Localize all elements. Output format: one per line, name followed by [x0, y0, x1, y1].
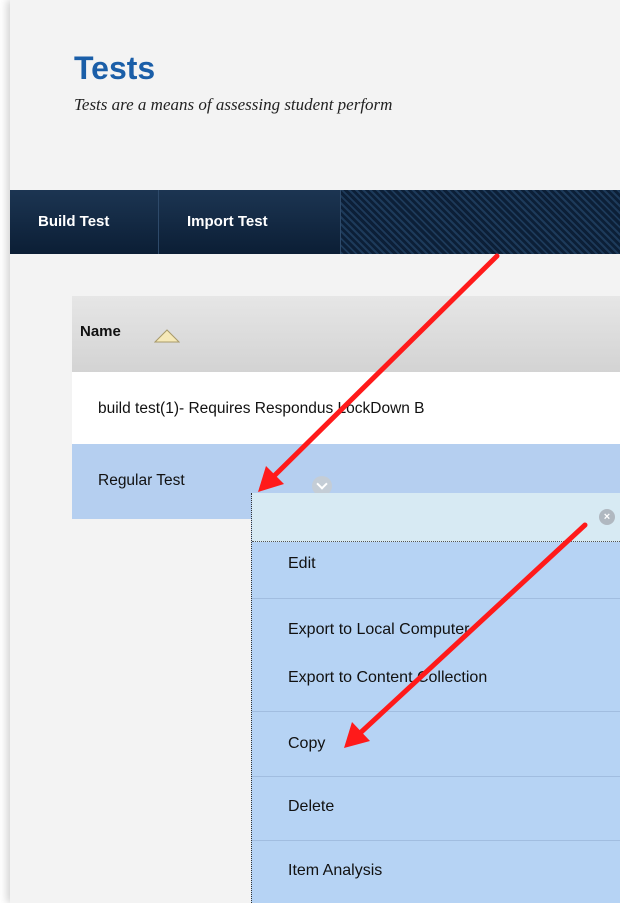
table-header: Name: [72, 296, 620, 372]
menu-item-delete[interactable]: Delete: [288, 798, 334, 816]
table-row[interactable]: build test(1)- Requires Respondus LockDo…: [72, 372, 620, 444]
build-test-button[interactable]: Build Test: [24, 190, 123, 254]
tests-table: Name build test(1)- Requires Respondus L…: [72, 296, 620, 519]
menu-divider: [252, 711, 620, 712]
menu-item-copy[interactable]: Copy: [288, 735, 325, 753]
close-icon[interactable]: ×: [599, 509, 615, 525]
menu-divider: [252, 598, 620, 599]
content-panel: Tests Tests are a means of assessing stu…: [10, 0, 620, 903]
action-bar-stripes: [341, 190, 620, 254]
menu-item-export-local[interactable]: Export to Local Computer: [288, 621, 469, 639]
test-name[interactable]: build test(1)- Requires Respondus LockDo…: [98, 400, 425, 418]
column-header-name[interactable]: Name: [80, 323, 121, 340]
menu-divider: [252, 840, 620, 841]
menu-divider: [252, 776, 620, 777]
menu-item-edit[interactable]: Edit: [288, 555, 316, 573]
page-title: Tests: [74, 50, 156, 86]
context-menu-header: ×: [252, 493, 620, 542]
action-bar: Build Test Import Test: [10, 190, 620, 254]
context-menu: × Edit Export to Local Computer Export t…: [251, 493, 620, 903]
sort-ascending-icon[interactable]: [154, 329, 180, 343]
menu-item-item-analysis[interactable]: Item Analysis: [288, 862, 382, 880]
test-name[interactable]: Regular Test: [98, 472, 185, 490]
menu-item-export-collection[interactable]: Export to Content Collection: [288, 669, 487, 687]
action-bar-divider: [340, 190, 341, 254]
page-description: Tests are a means of assessing student p…: [74, 95, 393, 114]
import-test-button[interactable]: Import Test: [173, 190, 282, 254]
action-bar-divider: [158, 190, 159, 254]
